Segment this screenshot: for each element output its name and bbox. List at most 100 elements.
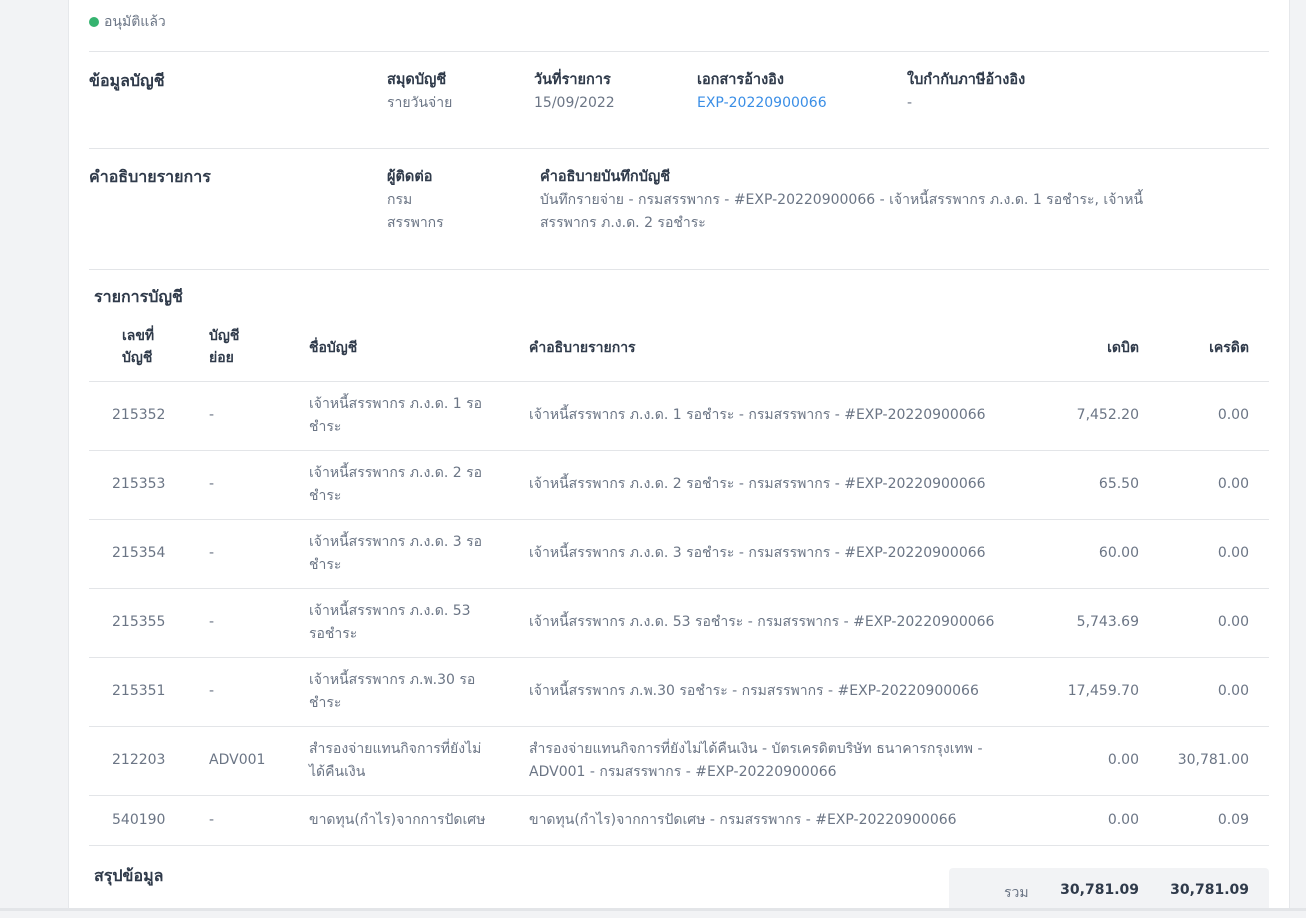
account-no-cell: 215353 [112,476,166,492]
journal-label: สมุดบัญชี [387,72,447,88]
tax-invoice-field: ใบกำกับภาษีอ้างอิง - [907,69,1025,115]
journal-field: สมุดบัญชี รายวันจ่าย [387,69,452,115]
col-header-sub-account-line1: บัญชี [209,328,240,344]
account-name-cell-line2: ได้คืนเงิน [309,763,366,780]
tax-invoice-value: - [907,95,913,111]
debit-cell: 0.00 [1107,752,1139,768]
description-cell-line1: เจ้าหนี้สรรพากร ภ.ง.ด. 2 รอชำระ - กรมสรร… [529,476,986,492]
debit-cell: 0.00 [1107,811,1139,828]
contact-field: ผู้ติดต่อ กรม สรรพากร [387,166,444,235]
account-name-cell-line1: เจ้าหนี้สรรพากร ภ.ง.ด. 1 รอ [309,395,483,412]
account-name-cell-line1: เจ้าหนี้สรรพากร ภ.ง.ด. 2 รอ [309,464,483,481]
contact-value-line2: สรรพากร [387,215,444,231]
ref-doc-link[interactable]: EXP-20220900066 [697,92,827,115]
sub-account-cell: - [209,407,215,423]
sub-account-cell: - [209,683,215,699]
account-no-cell: 215351 [112,683,166,699]
status-label: อนุมัติแล้ว [104,14,166,30]
status-dot-icon [89,17,99,27]
account-name-cell-line1: เจ้าหนี้สรรพากร ภ.พ.30 รอ [309,671,476,688]
date-value: 15/09/2022 [534,95,615,111]
sub-account-cell: - [209,614,215,630]
sub-account-cell: - [209,545,215,561]
credit-cell: 0.00 [1217,683,1249,699]
col-header-credit: เครดิต [1209,340,1249,356]
account-no-cell: 215352 [112,407,166,423]
account-name-cell-line2: ชำระ [309,487,342,504]
memo-field: คำอธิบายบันทึกบัญชี บันทึกรายจ่าย - กรมส… [540,166,1143,235]
account-name-cell-line1: เจ้าหนี้สรรพากร ภ.ง.ด. 3 รอ [309,533,483,550]
account-no-cell: 215354 [112,545,166,561]
row-divider [89,795,1269,796]
debit-cell: 7,452.20 [1076,407,1139,423]
credit-cell: 0.00 [1217,476,1249,492]
sub-account-cell: ADV001 [209,752,266,768]
memo-value-line1: บันทึกรายจ่าย - กรมสรรพากร - #EXP-202209… [540,192,1144,208]
row-divider [89,845,1269,846]
summary-total-debit: 30,781.09 [1060,882,1139,898]
summary-title: สรุปข้อมูล [94,866,164,885]
account-name-cell-line1: สำรองจ่ายแทนกิจการที่ยังไม่ [309,740,482,757]
summary-total-label: รวม [1004,885,1029,901]
col-header-account-no-line1: เลขที่ [122,328,155,344]
journal-value: รายวันจ่าย [387,95,453,111]
table-header-divider [89,381,1269,382]
date-label: วันที่รายการ [534,72,611,88]
account-no-cell: 212203 [112,752,166,768]
col-header-description: คำอธิบายรายการ [529,340,636,356]
credit-cell: 0.09 [1217,811,1249,828]
col-header-account-no-line2: บัญชี [122,350,153,366]
divider [89,148,1269,149]
account-name-cell-line2: ชำระ [309,694,342,711]
credit-cell: 0.00 [1217,407,1249,423]
debit-cell: 17,459.70 [1067,683,1139,699]
tax-invoice-label: ใบกำกับภาษีอ้างอิง [907,72,1026,88]
description-cell-line1: สำรองจ่ายแทนกิจการที่ยังไม่ได้คืนเงิน - … [529,740,983,757]
date-field: วันที่รายการ 15/09/2022 [534,69,615,115]
debit-cell: 65.50 [1098,476,1139,492]
row-divider [89,519,1269,520]
col-header-sub-account-line2: ย่อย [209,350,234,366]
account-name-cell-line2: รอชำระ [309,625,358,642]
account-name-cell-line2: ชำระ [309,418,342,435]
credit-cell: 0.00 [1217,545,1249,561]
debit-cell: 60.00 [1098,545,1139,561]
row-divider [89,657,1269,658]
row-divider [89,588,1269,589]
account-name-cell-line2: ชำระ [309,556,342,573]
credit-cell: 0.00 [1217,614,1249,630]
description-cell-line1: เจ้าหนี้สรรพากร ภ.ง.ด. 53 รอชำระ - กรมสร… [529,614,995,630]
journal-entry-card: อนุมัติแล้ว ข้อมูลบัญชี สมุดบัญชี รายวัน… [68,0,1290,918]
description-cell-line1: ขาดทุน(กำไร)จากการปัดเศษ - กรมสรรพากร - … [529,811,957,828]
ref-doc-field: เอกสารอ้างอิง EXP-20220900066 [697,69,827,115]
col-header-account-no: เลขที่ บัญชี [122,325,154,369]
description-cell-line2: ADV001 - กรมสรรพากร - #EXP-20220900066 [529,763,837,780]
account-name-cell-line1: เจ้าหนี้สรรพากร ภ.ง.ด. 53 [309,602,471,619]
account-name-cell-line1: ขาดทุน(กำไร)จากการปัดเศษ [309,811,486,828]
account-no-cell: 540190 [112,811,166,828]
divider [89,51,1269,52]
row-divider [89,450,1269,451]
memo-label: คำอธิบายบันทึกบัญชี [540,169,671,185]
row-divider [89,726,1269,727]
sub-account-cell: - [209,811,215,828]
description-cell-line1: เจ้าหนี้สรรพากร ภ.พ.30 รอชำระ - กรมสรรพา… [529,683,979,699]
credit-cell: 30,781.00 [1177,752,1249,768]
ledger-title: รายการบัญชี [94,287,183,306]
account-no-cell: 215355 [112,614,166,630]
description-title: คำอธิบายรายการ [89,167,211,186]
col-header-sub-account: บัญชี ย่อย [209,325,239,369]
status-badge: อนุมัติแล้ว [89,12,166,32]
summary-total-credit: 30,781.09 [1170,882,1249,898]
description-cell-line1: เจ้าหนี้สรรพากร ภ.ง.ด. 3 รอชำระ - กรมสรร… [529,545,986,561]
ref-doc-label: เอกสารอ้างอิง [697,72,784,88]
contact-value-line1: กรม [387,192,413,208]
debit-cell: 5,743.69 [1076,614,1139,630]
contact-label: ผู้ติดต่อ [387,169,433,185]
sub-account-cell: - [209,476,215,492]
col-header-debit: เดบิต [1107,340,1139,356]
account-info-title: ข้อมูลบัญชี [89,71,165,90]
memo-value-line2: สรรพากร ภ.ง.ด. 2 รอชำระ [540,215,706,231]
description-cell-line1: เจ้าหนี้สรรพากร ภ.ง.ด. 1 รอชำระ - กรมสรร… [529,407,986,423]
divider [89,269,1269,270]
